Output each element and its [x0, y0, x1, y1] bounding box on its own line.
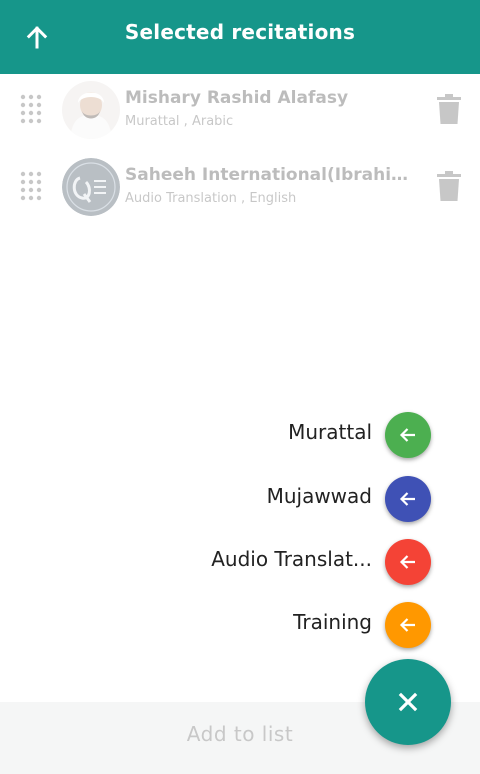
fab-mini-button[interactable] [385, 539, 431, 585]
arrow-left-icon [399, 555, 415, 569]
recitation-language: Arabic [191, 114, 234, 129]
fab-option-label: Audio Translat... [211, 547, 372, 571]
reciter-avatar [62, 81, 120, 139]
close-icon [398, 692, 418, 712]
fab-mini-button[interactable] [385, 412, 431, 458]
fab-mini-button[interactable] [385, 602, 431, 648]
fab-option-murattal[interactable]: Murattal [0, 410, 480, 460]
recitation-type: Audio Translation [125, 191, 237, 206]
recitation-subtitle: Murattal , Arabic [125, 114, 233, 129]
list-item[interactable]: Mishary Rashid Alafasy Murattal , Arabic [0, 74, 480, 151]
arrow-left-icon [399, 618, 415, 632]
page-title: Selected recitations [124, 20, 356, 44]
separator: , [236, 191, 250, 206]
reciter-name: Saheeh International(Ibrahim Walk) [125, 165, 420, 185]
arrow-left-icon [399, 428, 415, 442]
recitation-language: English [249, 191, 297, 206]
recitation-type: Murattal [125, 114, 180, 129]
fab-option-label: Mujawwad [266, 484, 372, 508]
arrow-left-icon [399, 492, 415, 506]
delete-icon[interactable] [436, 171, 462, 201]
drag-handle-icon[interactable] [20, 94, 42, 126]
quran-logo-avatar [62, 158, 120, 216]
fab-option-label: Murattal [288, 420, 372, 444]
separator: , [179, 114, 192, 129]
delete-icon[interactable] [436, 94, 462, 124]
fab-option-mujawwad[interactable]: Mujawwad [0, 474, 480, 524]
recitation-subtitle: Audio Translation , English [125, 191, 296, 206]
recitation-list: Mishary Rashid Alafasy Murattal , Arabic [0, 74, 480, 228]
fab-mini-button[interactable] [385, 476, 431, 522]
fab-option-audio-translation[interactable]: Audio Translat... [0, 537, 480, 587]
top-app-bar: Selected recitations [0, 0, 480, 74]
drag-handle-icon[interactable] [20, 171, 42, 203]
list-item[interactable]: Saheeh International(Ibrahim Walk) Audio… [0, 151, 480, 228]
fab-option-label: Training [293, 610, 372, 634]
fab-close-button[interactable] [365, 659, 451, 745]
fab-option-training[interactable]: Training [0, 600, 480, 650]
reciter-name: Mishary Rashid Alafasy [125, 88, 349, 108]
